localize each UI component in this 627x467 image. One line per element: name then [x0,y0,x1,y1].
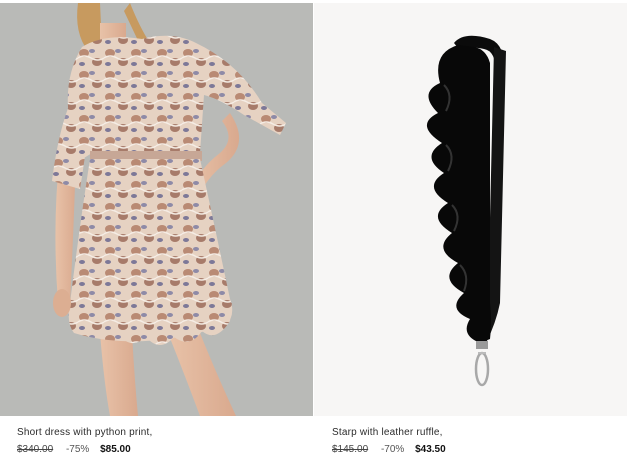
sale-price: $43.50 [415,444,446,455]
original-price: $145.00 [332,444,369,455]
price-row: $145.00 -70% $43.50 [332,444,446,455]
discount-badge: -75% [65,444,90,455]
original-price: $340.00 [17,444,54,455]
product-image-dress[interactable] [0,3,313,416]
product-image-strap[interactable] [314,3,627,416]
dress-photo-icon [52,3,287,416]
discount-badge: -70% [380,444,405,455]
product-card-strap[interactable]: Starp with leather ruffle, $145.00 -70% … [314,0,627,467]
product-grid: Short dress with python print, $340.00 -… [0,0,627,467]
product-title[interactable]: Short dress with python print, [17,427,153,438]
sale-price: $85.00 [100,444,131,455]
product-title[interactable]: Starp with leather ruffle, [332,427,443,438]
product-card-dress[interactable]: Short dress with python print, $340.00 -… [0,0,313,467]
price-row: $340.00 -75% $85.00 [17,444,131,455]
strap-photo-icon [426,35,506,387]
